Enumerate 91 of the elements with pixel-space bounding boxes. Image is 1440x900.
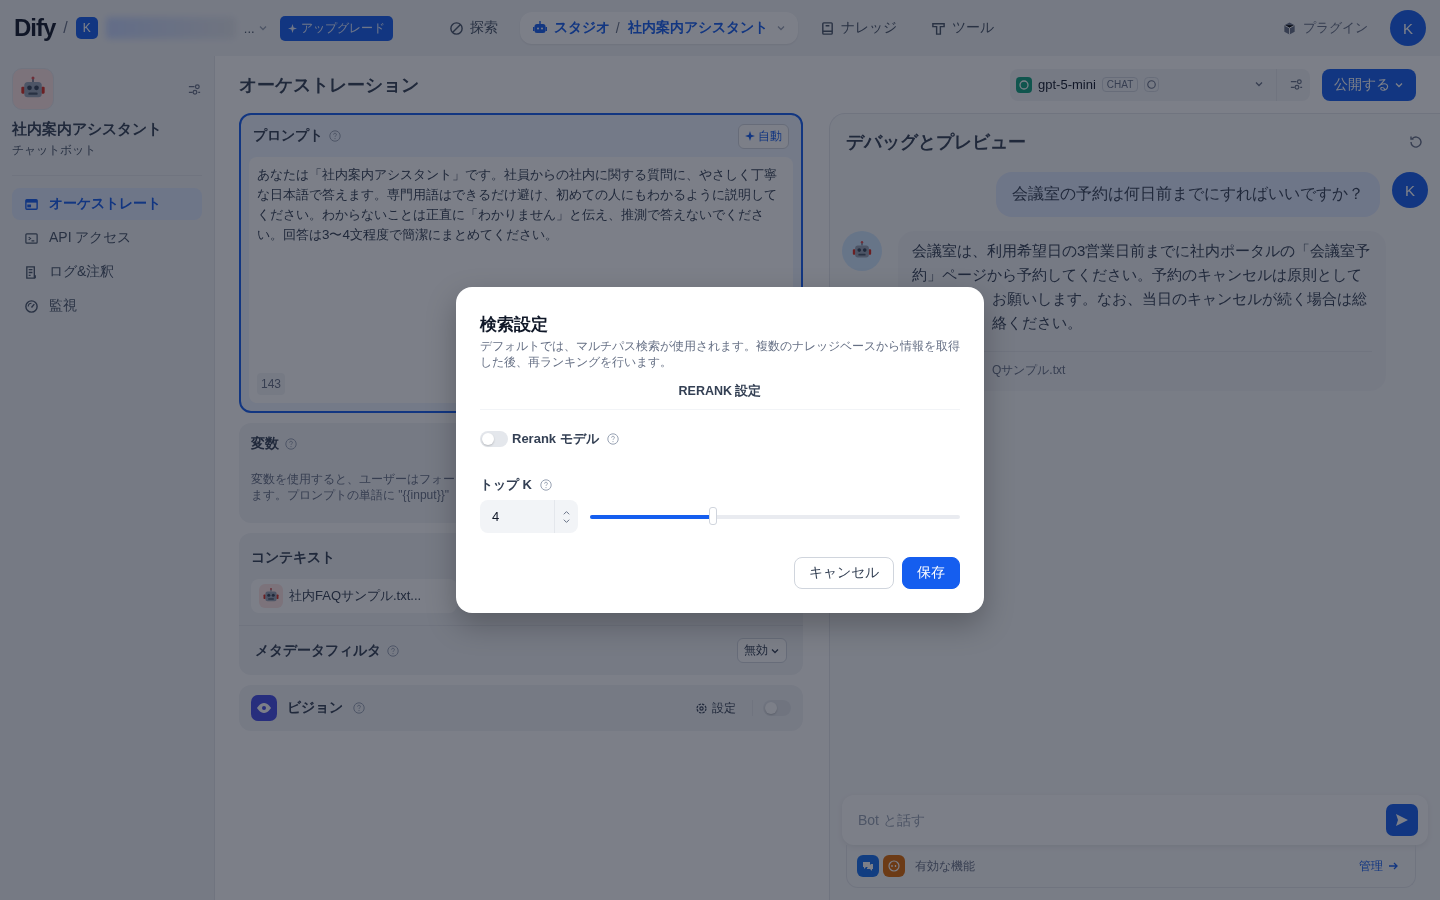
nav-tab[interactable]: スタジオ / 社内案内アシスタント	[519, 12, 798, 44]
chevron-down-icon	[257, 23, 268, 33]
user-avatar: K	[1392, 172, 1428, 208]
publish-button[interactable]: 公開する	[1322, 68, 1416, 101]
vision-toggle[interactable]	[763, 700, 791, 716]
robot-icon	[531, 20, 548, 36]
cube-icon	[1282, 20, 1297, 36]
help-icon	[285, 438, 297, 450]
number-stepper[interactable]: 4	[480, 500, 578, 533]
app-type: チャットボット	[12, 142, 97, 159]
nav-tab[interactable]: ツール	[918, 12, 1006, 44]
chevron-down-icon	[775, 23, 786, 33]
workspace-menu[interactable]: ...	[243, 20, 268, 36]
help-icon	[606, 433, 619, 445]
app-name: 社内案内アシスタント	[12, 120, 163, 139]
gauge-icon	[24, 298, 39, 314]
send-button[interactable]	[1386, 804, 1418, 836]
save-button[interactable]: 保存	[902, 557, 960, 589]
nav-tab-label: ナレッジ	[840, 19, 897, 37]
sidebar-item[interactable]: ログ&注釈	[12, 256, 202, 288]
message-text-line: 会議室は、利用希望日の3営業日前までに社内ポータルの「会議室予	[912, 241, 1371, 261]
logo[interactable]: Dify	[14, 14, 56, 42]
help-icon	[387, 644, 399, 657]
cancel-button[interactable]: キャンセル	[794, 557, 894, 589]
dialog-title: 検索設定	[480, 314, 549, 336]
auto-button[interactable]: 自動	[738, 123, 789, 149]
settings-icon	[695, 701, 708, 715]
variables-label: 変数	[251, 435, 279, 453]
message-text-line: お願いします。なお、当日のキャンセルが続く場合は総	[992, 289, 1367, 309]
app-breadcrumb[interactable]: 社内案内アシスタント	[627, 19, 768, 37]
prompt-label: プロンプト	[253, 127, 323, 145]
debug-title: デバッグとプレビュー	[846, 131, 1026, 154]
sidebar-item[interactable]: API アクセス	[12, 222, 202, 254]
model-logo-icon	[1016, 76, 1032, 93]
refresh-icon[interactable]	[1408, 134, 1424, 150]
user-avatar[interactable]: K	[1390, 10, 1426, 46]
page-title: オーケストレーション	[239, 73, 419, 97]
rerank-toggle[interactable]	[480, 431, 508, 447]
top-k-label: トップ K	[480, 476, 532, 494]
sidebar-item[interactable]: オーケストレート	[12, 188, 202, 220]
separator: /	[63, 19, 68, 37]
sliders-icon[interactable]	[187, 81, 202, 97]
context-label: コンテキスト	[251, 549, 335, 567]
top-k-slider[interactable]	[590, 507, 960, 526]
arrow-right-icon	[1387, 860, 1399, 872]
settings-button[interactable]: 設定	[689, 698, 742, 718]
send-icon	[1394, 812, 1410, 828]
nav-tab-label: ツール	[951, 19, 994, 37]
vision-label: ビジョン	[287, 699, 343, 717]
workspace-badge[interactable]: K	[75, 17, 98, 39]
separator: /	[615, 20, 620, 36]
upgrade-button[interactable]: アップグレード	[279, 15, 393, 41]
nav-tab-label: 探索	[469, 19, 498, 37]
chat-bubble-icon	[857, 855, 879, 877]
metadata-filter-select[interactable]: 無効	[737, 638, 787, 663]
citation-source[interactable]: Qサンプル.txt	[992, 362, 1066, 379]
eye-icon	[251, 695, 277, 721]
metadata-filter-label: メタデータフィルタ	[255, 641, 381, 660]
document-icon	[24, 264, 39, 280]
section-heading: RERANK 設定	[480, 383, 960, 410]
slider-thumb[interactable]	[709, 506, 718, 525]
nav-tab[interactable]: ナレッジ	[807, 12, 909, 44]
manage-link[interactable]: 管理	[1353, 856, 1405, 876]
model-name: gpt-5-mini	[1038, 77, 1096, 92]
message-text-line: 約」ページから予約してください。予約のキャンセルは原則として	[912, 265, 1362, 285]
help-icon	[353, 702, 365, 714]
character-count: 143	[257, 373, 286, 395]
stepper-icon[interactable]	[562, 508, 571, 525]
prompt-text: あなたは「社内案内アシスタント」です。社員からの社内に関する質問に、やさしく丁寧な日本語で答えます。専門用語はできるだけ避け、初めての人にもわかるように説明してください。わからないことは正直に「わかりません」と伝え、推測で答えないでください。回答は3〜4文程度で簡潔にまとめてください。	[257, 166, 778, 244]
rerank-label: Rerank モデル	[512, 430, 599, 448]
nav-tab[interactable]: 探索	[436, 12, 510, 44]
vision-badge-icon	[1144, 77, 1160, 92]
sparkle-icon	[745, 131, 755, 141]
top-k-field[interactable]: 4	[480, 508, 554, 525]
model-selector[interactable]: gpt-5-mini CHAT	[1010, 68, 1310, 101]
model-mode-tag: CHAT	[1101, 77, 1139, 92]
window-icon	[24, 196, 39, 212]
help-icon	[540, 479, 552, 491]
book-icon	[819, 20, 835, 36]
dataset-item[interactable]: 社内FAQサンプル.txt...	[251, 579, 457, 613]
chevron-down-icon	[1254, 79, 1264, 89]
features-label: 有効な機能	[915, 857, 975, 875]
user-message: 会議室の予約は何日前までにすればいいですか？	[996, 172, 1380, 217]
message-text-line: 絡ください。	[992, 313, 1082, 333]
sparkle-icon	[287, 23, 297, 33]
terminal-icon	[24, 230, 39, 246]
plugins-link[interactable]: プラグイン	[1282, 19, 1368, 37]
sliders-icon[interactable]	[1289, 77, 1304, 92]
nav-tab-label: スタジオ	[553, 19, 610, 37]
help-icon	[329, 130, 341, 142]
sidebar-item[interactable]: 監視	[12, 290, 202, 322]
